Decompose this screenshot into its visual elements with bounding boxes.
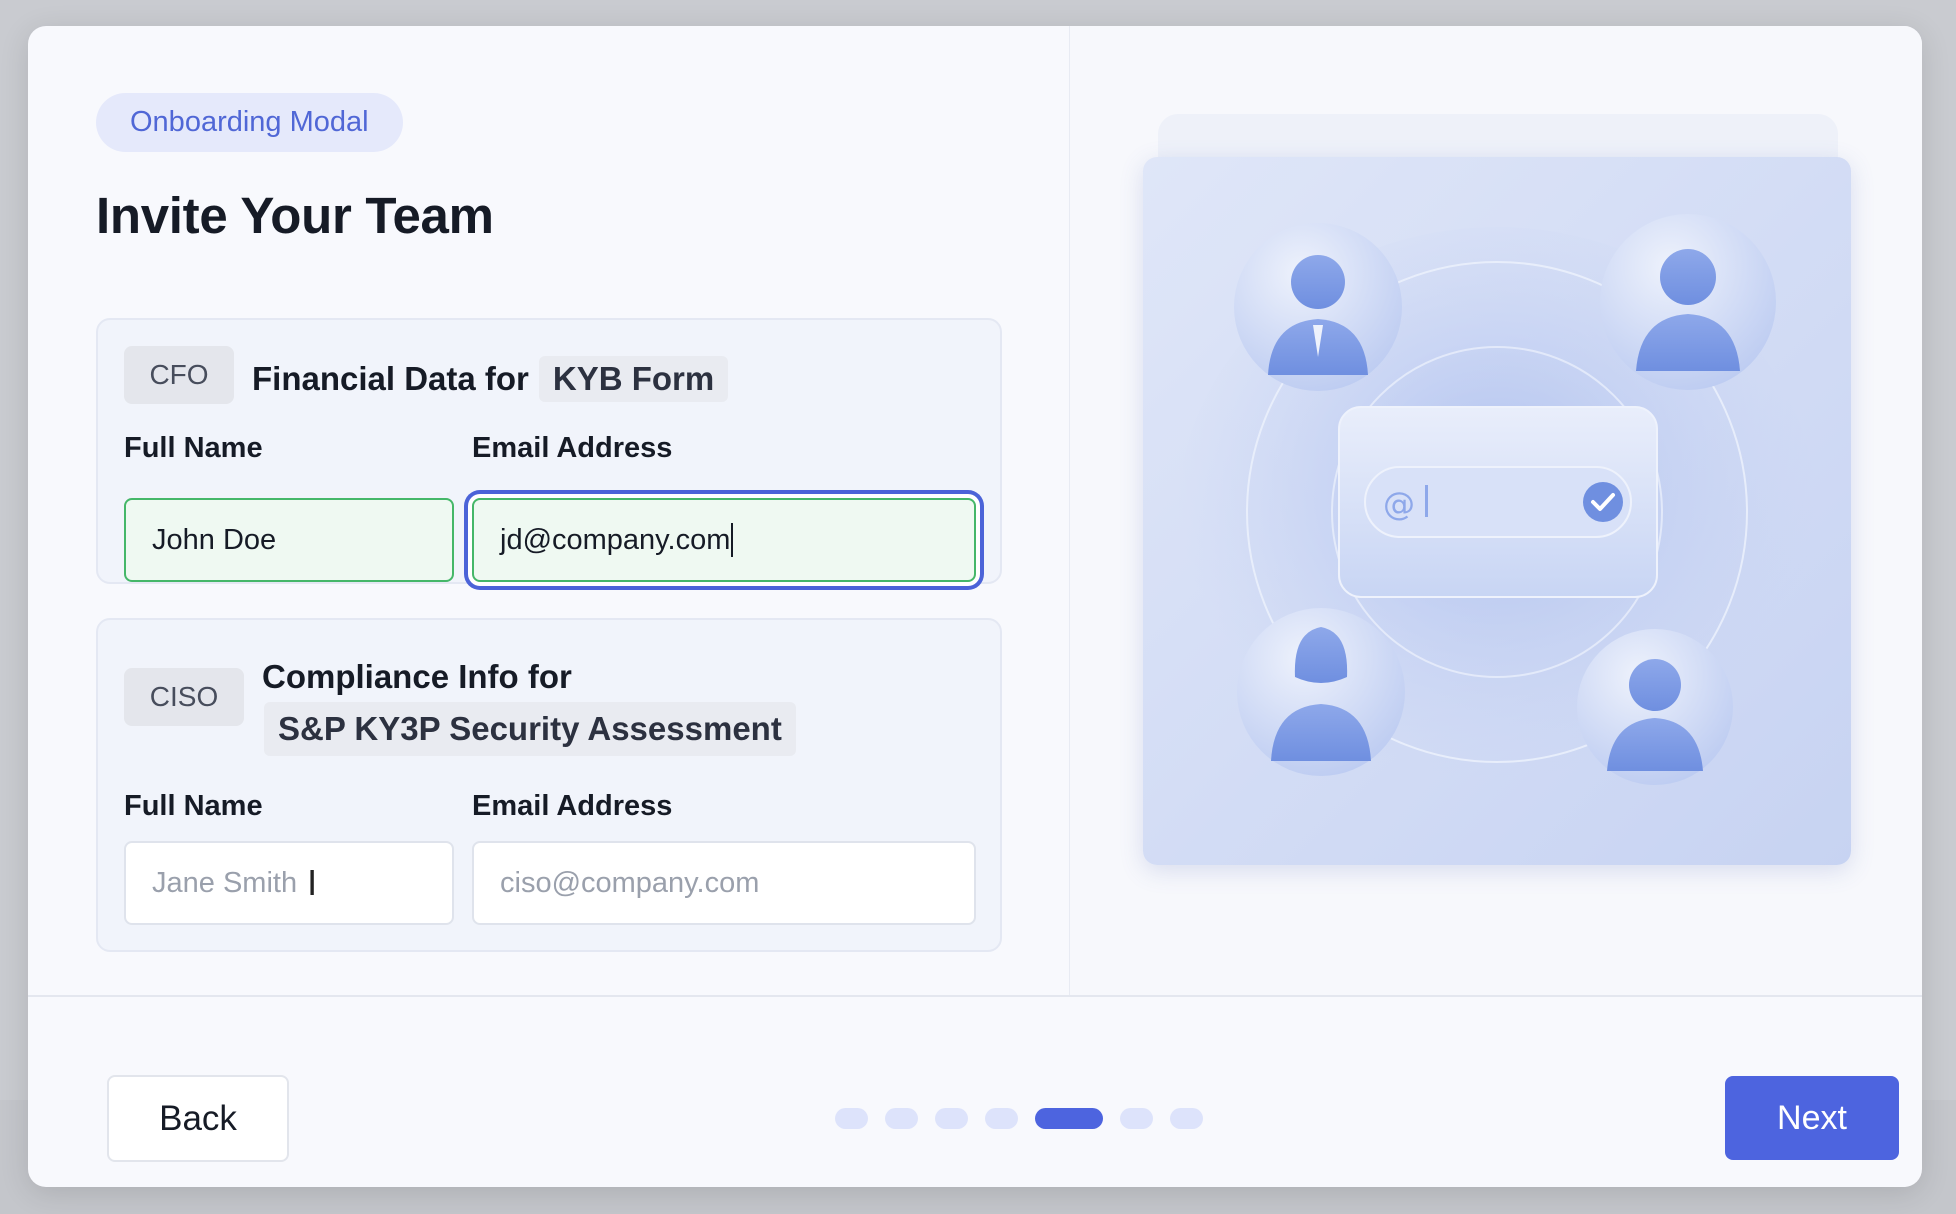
user-avatar-icon — [1600, 214, 1776, 390]
form-name-highlight: S&P KY3P Security Assessment — [264, 702, 796, 756]
modal-tag: Onboarding Modal — [96, 93, 403, 152]
text-cursor — [731, 523, 734, 557]
form-pane: Onboarding Modal Invite Your Team CFO Fi… — [28, 26, 1069, 996]
user-avatar-icon — [1237, 608, 1405, 776]
footer-divider — [28, 995, 1922, 997]
input-placeholder: ciso@company.com — [500, 866, 760, 899]
check-circle-icon — [1583, 482, 1623, 522]
step-dot — [935, 1108, 968, 1129]
role-badge-ciso: CISO — [124, 668, 244, 726]
cfo-invite-card: CFO Financial Data for KYB Form Full Name… — [96, 318, 1002, 584]
input-value: John Doe — [152, 523, 277, 556]
email-label: Email Address — [472, 432, 673, 464]
ciso-invite-card: CISO Compliance Info for S&P KY3P Securi… — [96, 618, 1002, 952]
form-name-highlight: KYB Form — [538, 356, 729, 402]
card-heading-text: Financial Data for — [252, 360, 529, 397]
illustration-svg: @ — [1143, 157, 1851, 865]
team-invite-illustration: @ — [1143, 157, 1851, 865]
input-value: jd@company.com — [500, 523, 731, 556]
user-avatar-icon — [1234, 223, 1402, 391]
ciso-email-input[interactable]: ciso@company.com — [472, 841, 976, 925]
email-label: Email Address — [472, 790, 673, 822]
card-heading: Financial Data for KYB Form — [252, 356, 729, 402]
step-dot — [885, 1108, 918, 1129]
step-dot — [1120, 1108, 1153, 1129]
step-dot-active — [1035, 1108, 1103, 1129]
page-title: Invite Your Team — [96, 187, 494, 244]
ciso-full-name-input[interactable]: Jane Smith I — [124, 841, 454, 925]
step-dot — [835, 1108, 868, 1129]
cfo-full-name-input[interactable]: John Doe — [124, 498, 454, 582]
card-heading-text: Compliance Info for — [262, 658, 572, 695]
card-heading: Compliance Info for S&P KY3P Security As… — [262, 652, 796, 756]
next-button[interactable]: Next — [1725, 1076, 1899, 1160]
user-avatar-icon — [1577, 629, 1733, 785]
full-name-label: Full Name — [124, 790, 263, 822]
step-dot — [1170, 1108, 1203, 1129]
back-button[interactable]: Back — [107, 1075, 289, 1162]
role-badge-cfo: CFO — [124, 346, 234, 404]
full-name-label: Full Name — [124, 432, 263, 464]
cfo-email-input[interactable]: jd@company.com — [472, 498, 976, 582]
text-cursor-icon: I — [307, 862, 318, 903]
at-sign-icon: @ — [1383, 485, 1415, 523]
step-progress — [835, 1108, 1203, 1129]
input-placeholder: Jane Smith — [152, 866, 298, 899]
step-dot — [985, 1108, 1018, 1129]
